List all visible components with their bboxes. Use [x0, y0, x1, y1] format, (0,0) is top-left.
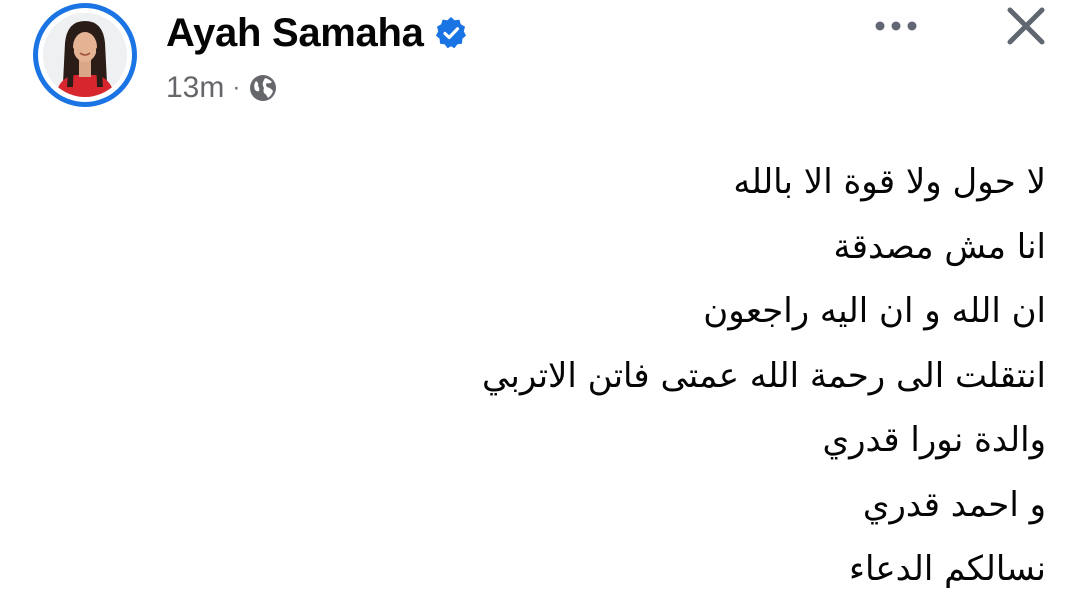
post-meta: 13m · [166, 68, 278, 108]
timestamp[interactable]: 13m [166, 71, 224, 105]
globe-icon[interactable] [248, 73, 278, 103]
author-row: Ayah Samaha [166, 6, 468, 60]
avatar-inner [38, 8, 132, 102]
avatar[interactable] [33, 3, 137, 107]
avatar-photo [43, 13, 127, 97]
author-name[interactable]: Ayah Samaha [166, 13, 424, 53]
post-body: لا حول ولا قوة الا بالله انا مش مصدقة ان… [346, 150, 1046, 602]
post-line: نسالكم الدعاء [848, 549, 1046, 589]
post-line: انا مش مصدقة [833, 226, 1046, 267]
close-button[interactable] [998, 0, 1054, 52]
meta-separator: · [232, 74, 241, 101]
post-line: والدة نورا قدري [822, 420, 1046, 460]
post-line: ان الله و ان اليه راجعون [703, 291, 1046, 331]
more-options-button[interactable] [868, 8, 924, 44]
more-horizontal-icon [875, 21, 917, 31]
post-line: و احمد قدري [862, 484, 1046, 525]
post-line: لا حول ولا قوة الا بالله [733, 162, 1046, 202]
close-icon [1007, 7, 1045, 45]
verified-badge-icon [434, 16, 468, 50]
post-line: انتقلت الى رحمة الله عمتى فاتن الاتربي [482, 355, 1046, 396]
